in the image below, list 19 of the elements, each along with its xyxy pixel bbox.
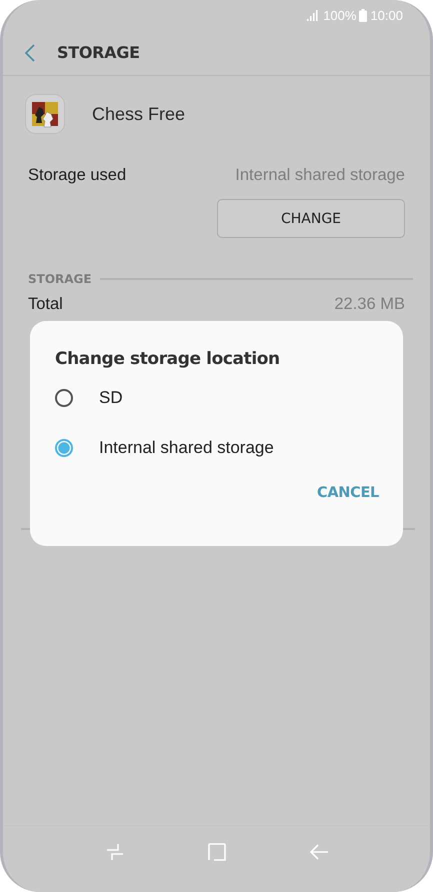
app-name: Chess Free (92, 104, 186, 124)
page-title: STORAGE (57, 43, 140, 62)
home-icon[interactable] (206, 842, 226, 862)
chess-app-icon (25, 94, 65, 134)
change-button[interactable]: CHANGE (217, 199, 405, 238)
option-label[interactable]: SD (99, 388, 123, 408)
signal-icon (307, 10, 320, 20)
battery-icon (359, 8, 368, 22)
section-title: STORAGE (28, 272, 92, 286)
back-icon[interactable] (25, 44, 35, 62)
row-value: 22.36 MB (334, 294, 405, 314)
radio-button[interactable] (55, 389, 73, 407)
dialog-title: Change storage location (55, 349, 281, 371)
setting-value: Internal shared storage (235, 166, 405, 184)
radio-button[interactable] (55, 439, 73, 457)
option-label[interactable]: Internal shared storage (99, 438, 274, 458)
back-icon[interactable] (308, 842, 330, 862)
row-label: Total (28, 294, 63, 314)
setting-label: Storage used (28, 166, 126, 184)
